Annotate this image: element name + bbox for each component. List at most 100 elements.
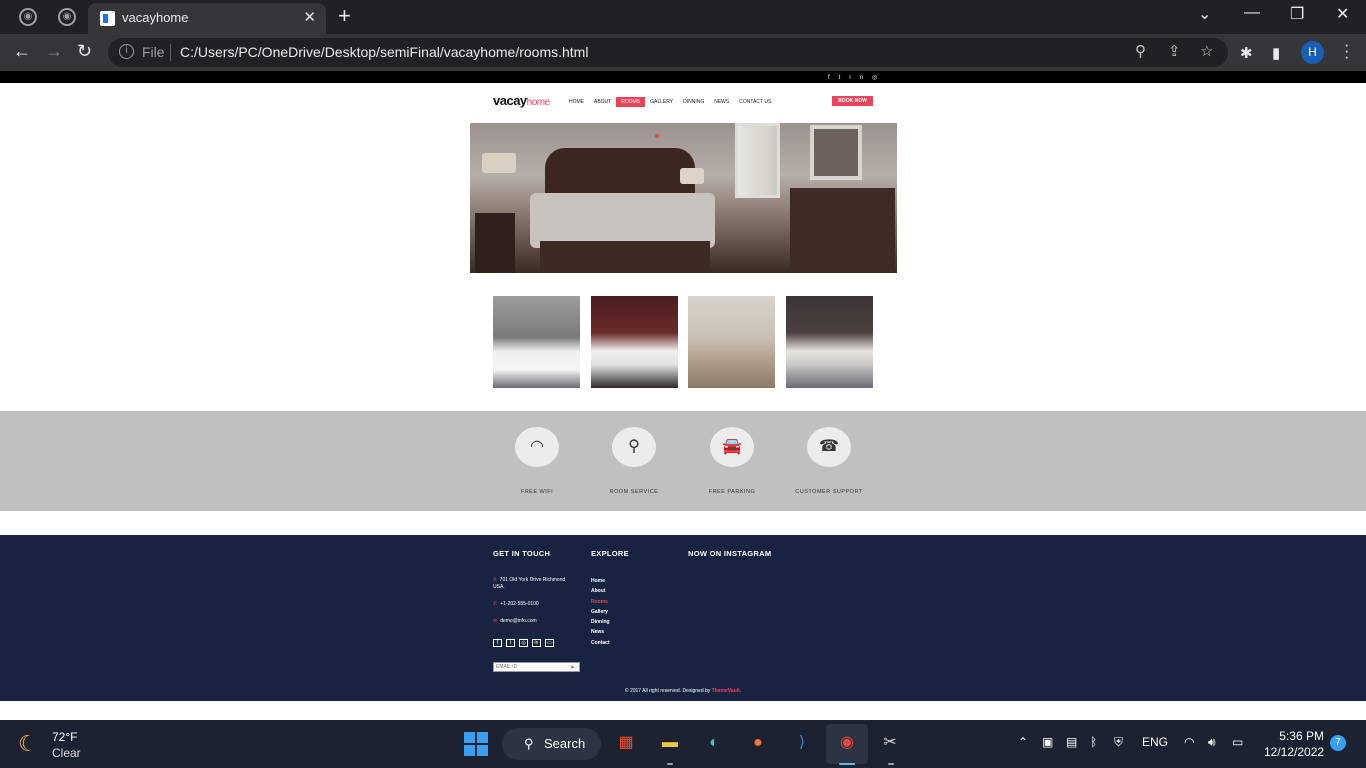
start-button[interactable] [464, 732, 488, 756]
active-indicator [839, 763, 855, 765]
info-icon[interactable]: i [119, 44, 134, 59]
window [735, 123, 780, 198]
explore-link-dinning[interactable]: Dinning [591, 617, 610, 627]
profile-avatar[interactable]: H [1301, 41, 1324, 64]
store-icon[interactable]: ▦ [612, 729, 640, 757]
nav-rooms[interactable]: ROOMS [616, 97, 646, 107]
room-service-icon: ⚲ [612, 427, 656, 467]
date: 12/12/2022 [1264, 745, 1325, 759]
explore-link-about[interactable]: About [591, 586, 610, 596]
nav-contact[interactable]: CONTACT US [734, 97, 776, 107]
url-text[interactable]: C:/Users/PC/OneDrive/Desktop/semiFinal/v… [180, 44, 588, 60]
language-indicator[interactable]: ENG [1142, 735, 1168, 749]
close-tab-icon[interactable]: ✕ [303, 8, 316, 26]
battery-icon[interactable]: ▭ [1232, 735, 1243, 749]
active-tab[interactable]: vacayhome ✕ [88, 3, 326, 34]
explore-link-news[interactable]: News [591, 627, 610, 637]
feature-label: CUSTOMER SUPPORT [795, 489, 863, 495]
chrome-icon[interactable]: ◉ [833, 729, 861, 757]
menu-icon[interactable]: · · · [1344, 38, 1349, 66]
chevron-up-icon[interactable]: ⌃ [1018, 735, 1028, 749]
linkedin-icon[interactable]: in [849, 75, 872, 81]
snipping-tool-icon[interactable]: ✂ [876, 729, 904, 757]
newsletter-email-input[interactable] [496, 663, 566, 671]
nav-home[interactable]: HOME [564, 97, 589, 107]
designer-link[interactable]: ThemeVault. [712, 688, 741, 694]
close-window-button[interactable]: ✕ [1336, 4, 1349, 24]
nav-gallery[interactable]: GALLERY [645, 97, 678, 107]
wifi-icon[interactable]: ◠ [1184, 735, 1194, 749]
explore-link-gallery[interactable]: Gallery [591, 607, 610, 617]
twitter-icon[interactable]: t [506, 639, 515, 647]
explore-links: Home About Rooms Gallery Dinning News Co… [591, 576, 610, 648]
instagram-icon[interactable]: ◎ [872, 75, 886, 81]
minimize-button[interactable]: — [1244, 4, 1260, 22]
globe-icon[interactable]: ◉ [19, 8, 37, 26]
restore-button[interactable]: ❐ [1290, 4, 1304, 24]
extensions-icon[interactable]: ✱ [1240, 44, 1253, 62]
taskbar-search[interactable]: ⚲ Search [502, 728, 601, 760]
footer-heading: GET IN TOUCH [493, 549, 551, 558]
logo-main: vacay [493, 93, 527, 108]
security-icon[interactable]: ⛨ [1114, 735, 1123, 750]
facebook-icon[interactable]: f [828, 75, 839, 81]
side-panel-icon[interactable]: ▮ [1272, 44, 1280, 62]
firefox-icon[interactable]: ● [744, 729, 772, 757]
site-logo[interactable]: vacayhome [493, 93, 550, 108]
browser-tab-bar: ◉ ◉ vacayhome ✕ + ⌄ — ❐ ✕ [0, 0, 1366, 34]
nav-dinning[interactable]: DINNING [678, 97, 709, 107]
tray-app-icon[interactable]: ▣ [1042, 735, 1053, 749]
image-icon[interactable]: ▭ [545, 639, 554, 647]
protocol-label: File [142, 44, 165, 60]
room-thumbnail[interactable] [786, 296, 873, 388]
newsletter-form: ➤ [493, 662, 580, 672]
nav-about[interactable]: ABOUT [589, 97, 616, 107]
edge-icon[interactable]: ◐ [700, 729, 728, 757]
page-viewport: ftin◎ vacayhome HOME ABOUT ROOMS GALLERY… [0, 71, 1366, 720]
reload-button[interactable]: ↻ [77, 41, 92, 62]
footer-heading: NOW ON INSTAGRAM [688, 549, 772, 558]
share-icon[interactable]: ⇪ [1168, 42, 1181, 60]
email-text[interactable]: demo@info.com [500, 618, 536, 624]
new-tab-button[interactable]: + [338, 3, 351, 29]
feature-label: FREE WIFI [520, 489, 554, 495]
send-icon[interactable]: ➤ [570, 664, 575, 671]
browser-toolbar: ← → ↻ i File C:/Users/PC/OneDrive/Deskto… [0, 34, 1366, 71]
bookmark-star-icon[interactable]: ☆ [1200, 42, 1213, 60]
zoom-icon[interactable]: ⚲ [1135, 42, 1146, 60]
room-thumbnail[interactable] [493, 296, 580, 388]
book-now-button[interactable]: BOOK NOW [832, 96, 873, 106]
clock[interactable]: 5:36 PM 12/12/2022 [1264, 728, 1324, 760]
twitter-icon[interactable]: t [839, 75, 850, 81]
linkedin-icon[interactable]: in [532, 639, 541, 647]
back-button[interactable]: ← [13, 41, 31, 62]
room-thumbnail[interactable] [688, 296, 775, 388]
feature-support: ☎ CUSTOMER SUPPORT [779, 427, 879, 495]
tab-search-icon[interactable]: ⌄ [1198, 4, 1211, 24]
top-social-icons: ftin◎ [828, 74, 886, 81]
explore-link-rooms[interactable]: Rooms [591, 597, 610, 607]
file-explorer-icon[interactable]: ▬ [656, 729, 684, 757]
address-bar[interactable]: i File C:/Users/PC/OneDrive/Desktop/semi… [108, 38, 1228, 67]
footer-social-icons: f t ◎ in ▭ [493, 639, 554, 647]
notification-badge[interactable]: 7 [1330, 735, 1346, 751]
forward-button[interactable]: → [45, 41, 63, 62]
nav-news[interactable]: NEWS [709, 97, 734, 107]
divider [170, 44, 171, 61]
facebook-icon[interactable]: f [493, 639, 502, 647]
copyright-text: © 2017 All right reserved. Designed by [624, 688, 712, 694]
room-thumbnails [493, 296, 873, 388]
volume-icon[interactable]: 🔊︎ [1208, 735, 1216, 750]
instagram-icon[interactable]: ◎ [519, 639, 528, 647]
room-thumbnail[interactable] [591, 296, 678, 388]
slider-dot[interactable] [655, 134, 659, 138]
vscode-icon[interactable]: ⟩ [788, 729, 816, 757]
explore-link-contact[interactable]: Contact [591, 638, 610, 648]
globe-icon[interactable]: ◉ [58, 8, 76, 26]
bluetooth-icon[interactable]: ᛒ [1090, 735, 1097, 749]
search-icon: ⚲ [524, 736, 534, 751]
features-section: ◠ FREE WIFI ⚲ ROOM SERVICE 🚘 FREE PARKIN… [0, 411, 1366, 511]
wifi-icon: ◠ [515, 427, 559, 467]
explore-link-home[interactable]: Home [591, 576, 610, 586]
tray-app-icon[interactable]: ▤ [1066, 735, 1077, 749]
